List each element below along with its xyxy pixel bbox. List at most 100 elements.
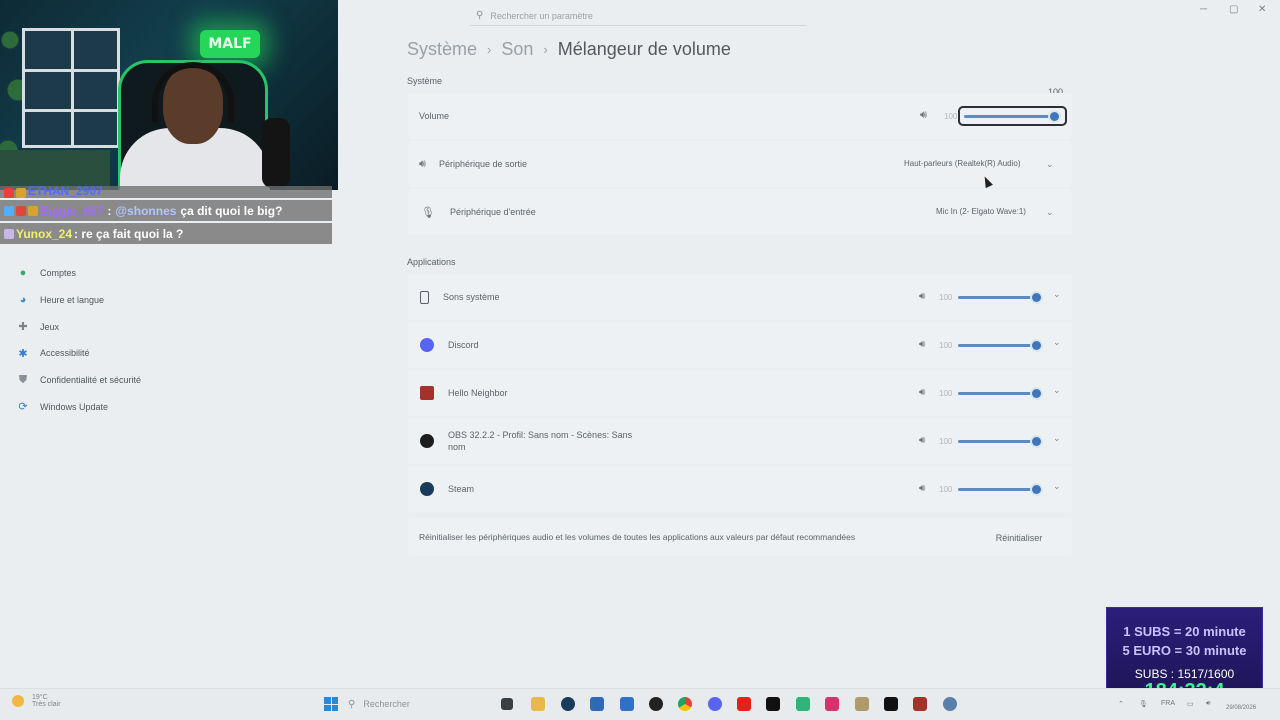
chevron-down-icon[interactable]: ⌄ — [1046, 207, 1054, 218]
sidebar-item-accessibilite[interactable]: ✱ Accessibilité — [16, 340, 316, 367]
update-icon: ⟳ — [18, 401, 28, 414]
close-button[interactable]: ✕ — [1258, 4, 1266, 15]
reset-button[interactable]: Réinitialiser — [966, 529, 1072, 546]
speaker-icon[interactable]: 🔊︎ — [919, 483, 925, 494]
speaker-icon[interactable]: 🔊︎ — [920, 109, 927, 122]
taskbar-date[interactable]: 29/08/2026 — [1226, 705, 1256, 711]
settings-search-input[interactable]: ⚲ Rechercher un paramètre — [470, 6, 806, 26]
app-volume-slider[interactable] — [958, 485, 1041, 494]
app-name: Sons système — [443, 291, 500, 303]
speaker-icon[interactable]: 🔊︎ — [919, 339, 925, 350]
steam-icon — [420, 482, 434, 496]
breadcrumb-son[interactable]: Son — [501, 39, 533, 60]
network-icon[interactable]: ▭ — [1187, 700, 1194, 708]
stream-chat: ETHAN_2907 Biggie_697 : @shonnes ça dit … — [0, 186, 332, 246]
speaker-icon[interactable]: 🔊︎ — [919, 435, 925, 446]
master-volume-slider[interactable] — [964, 112, 1059, 121]
weather-temp: 19°C — [32, 694, 48, 701]
app-volume-value: 100 — [939, 389, 953, 398]
output-device-select[interactable]: Haut-parleurs (Realtek(R) Audio) — [904, 159, 1021, 168]
hello-neighbor-taskbar-icon[interactable] — [913, 697, 927, 711]
task-view-icon[interactable] — [501, 698, 513, 710]
steam-taskbar-icon[interactable] — [561, 697, 575, 711]
badge-icon — [16, 188, 26, 198]
youtube-icon[interactable] — [737, 697, 751, 711]
taskbar-search-input[interactable]: ⚲ Rechercher — [348, 696, 498, 712]
section-label-systeme: Système — [407, 76, 443, 86]
app-volume-slider[interactable] — [958, 389, 1041, 398]
chat-mention: @shonnes — [115, 203, 177, 218]
sidebar-item-confidentialite[interactable]: ⛊ Confidentialité et sécurité — [16, 367, 316, 394]
maximize-button[interactable]: ▢ — [1229, 4, 1238, 15]
sidebar-item-windows-update[interactable]: ⟳ Windows Update — [16, 393, 316, 420]
obs-taskbar-icon[interactable] — [649, 697, 663, 711]
taskbar — [0, 688, 1280, 720]
breadcrumb-systeme[interactable]: Système — [407, 39, 477, 60]
sidebar-item-comptes[interactable]: ● Comptes — [16, 260, 316, 287]
app-volume-value: 100 — [939, 437, 953, 446]
app-name: Hello Neighbor — [448, 387, 508, 399]
chrome-icon[interactable] — [678, 697, 692, 711]
speaker-icon[interactable]: 🔊︎ — [919, 387, 925, 398]
sidebar-item-heure-langue[interactable]: ◕ Heure et langue — [16, 287, 316, 314]
windows-start-icon[interactable] — [324, 697, 338, 711]
chevron-down-icon[interactable]: ⌄ — [1053, 289, 1061, 300]
sidebar-item-jeux[interactable]: ✚ Jeux — [16, 313, 316, 340]
discord-icon — [420, 338, 434, 352]
app-volume-slider[interactable] — [958, 437, 1041, 446]
slider-thumb[interactable] — [1032, 437, 1041, 446]
app-name-line: Discord — [448, 340, 479, 350]
accessibility-icon: ✱ — [18, 347, 28, 360]
audio-app-icon[interactable] — [796, 697, 810, 711]
chevron-up-icon[interactable]: ⌃ — [1118, 700, 1124, 708]
minimize-button[interactable]: ─ — [1200, 4, 1207, 15]
chevron-right-icon: › — [543, 42, 548, 57]
volume-tray-icon[interactable]: 🔊︎ — [1206, 700, 1210, 708]
slider-thumb[interactable] — [1032, 485, 1041, 494]
settings-sidebar: ● Comptes ◕ Heure et langue ✚ Jeux ✱ Acc… — [16, 260, 316, 420]
search-icon: ⚲ — [348, 698, 356, 710]
sidebar-item-label: Windows Update — [40, 401, 109, 412]
weather-widget[interactable]: 19°C Très clair — [12, 694, 61, 708]
chevron-down-icon[interactable]: ⌄ — [1053, 433, 1061, 444]
system-sounds-icon — [420, 290, 429, 304]
app-name-line: Sons système — [443, 292, 500, 302]
mic-tray-icon[interactable]: 🎙︎ — [1139, 700, 1148, 708]
badge-icon — [16, 205, 26, 216]
app-name: Discord — [448, 339, 479, 351]
sidebar-item-label: Comptes — [40, 268, 77, 279]
game-icon[interactable] — [855, 697, 869, 711]
input-device-select[interactable]: Mic In (2- Elgato Wave:1) — [936, 207, 1026, 216]
slider-thumb[interactable] — [1032, 293, 1041, 302]
page-title: Mélangeur de volume — [557, 39, 731, 59]
chevron-right-icon: › — [487, 42, 492, 57]
speaker-icon: 🔊︎ — [419, 157, 426, 170]
slider-thumb[interactable] — [1050, 112, 1059, 121]
app-volume-slider[interactable] — [958, 293, 1041, 302]
speaker-icon[interactable]: 🔊︎ — [919, 291, 925, 302]
chat-message: ETHAN_2907 — [0, 186, 332, 198]
chevron-down-icon[interactable]: ⌄ — [1053, 337, 1061, 348]
app-name-line: Hello Neighbor — [448, 388, 508, 398]
chat-text: : re ça fait quoi la ? — [74, 226, 184, 241]
instagram-icon[interactable] — [825, 697, 839, 711]
chevron-down-icon[interactable]: ⌄ — [1053, 481, 1061, 492]
store-icon[interactable] — [590, 697, 604, 711]
slider-thumb[interactable] — [1032, 389, 1041, 398]
chevron-down-icon[interactable]: ⌄ — [1053, 385, 1061, 396]
app-volume-slider[interactable] — [958, 341, 1041, 350]
discord-taskbar-icon[interactable] — [708, 697, 722, 711]
settings-gear-icon[interactable] — [943, 697, 957, 711]
language-indicator[interactable]: FRA — [1161, 700, 1175, 707]
badge-icon — [4, 188, 14, 198]
epic-games-icon[interactable] — [884, 697, 898, 711]
section-label-applications: Applications — [407, 257, 456, 267]
app-name-line: Steam — [448, 484, 475, 494]
mail-icon[interactable] — [620, 697, 634, 711]
webcam-overlay: MALF — [0, 0, 338, 190]
file-explorer-icon[interactable] — [531, 697, 545, 711]
chevron-down-icon[interactable]: ⌄ — [1046, 159, 1054, 170]
input-device-label: Périphérique d'entrée — [449, 207, 536, 217]
tiktok-icon[interactable] — [766, 697, 780, 711]
slider-thumb[interactable] — [1032, 341, 1041, 350]
